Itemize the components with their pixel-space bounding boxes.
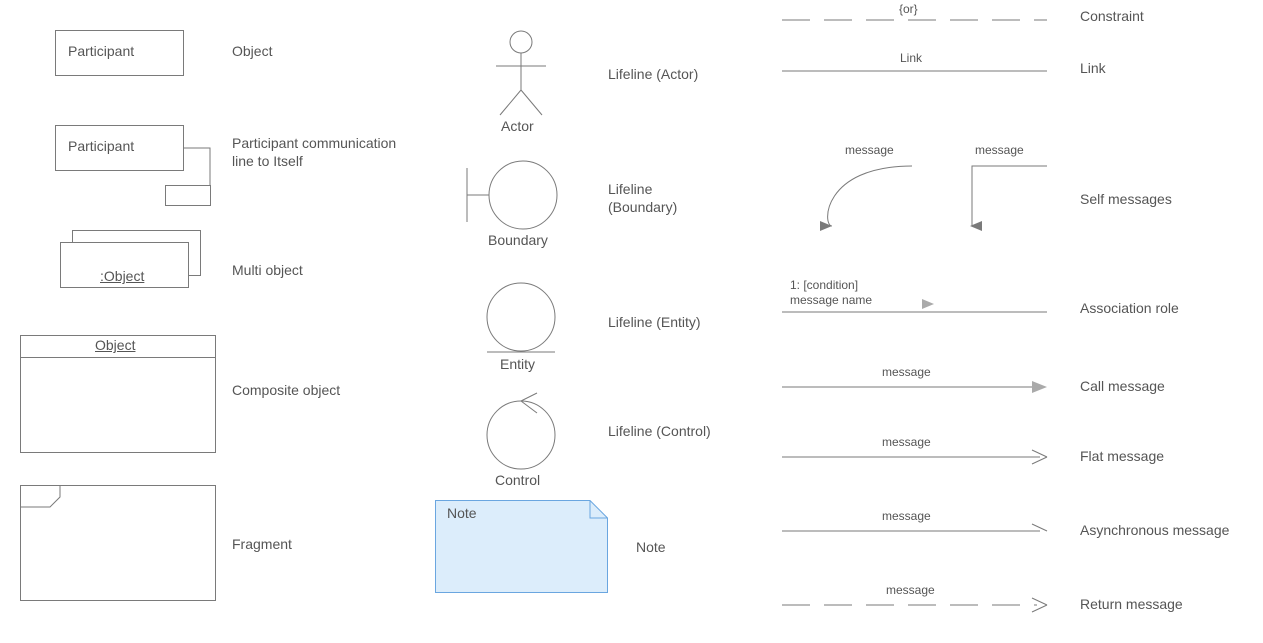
entity-caption: Entity — [500, 356, 535, 372]
link-label: Link — [1080, 60, 1106, 76]
boundary-symbol — [465, 160, 585, 240]
assoc-label: Association role — [1080, 300, 1179, 316]
composite-label: Composite object — [232, 382, 340, 398]
async-label: Asynchronous message — [1080, 522, 1229, 538]
return-text: message — [882, 583, 939, 597]
entity-symbol — [485, 282, 565, 362]
flat-label: Flat message — [1080, 448, 1164, 464]
actor-symbol — [490, 30, 570, 130]
control-caption: Control — [495, 472, 540, 488]
call-message-symbol — [782, 380, 1052, 394]
call-label: Call message — [1080, 378, 1165, 394]
multi-object-label: Multi object — [232, 262, 303, 278]
async-message-symbol — [782, 524, 1052, 538]
note-text: Note — [447, 505, 477, 521]
participant-comm-label-2: line to Itself — [232, 153, 303, 169]
link-text: Link — [900, 51, 922, 65]
self-msg-label: Self messages — [1080, 191, 1172, 207]
control-label: Lifeline (Control) — [608, 423, 711, 439]
return-label: Return message — [1080, 596, 1183, 612]
multi-object-text: :Object — [100, 268, 144, 284]
fragment-label: Fragment — [232, 536, 292, 552]
boundary-label-1: Lifeline — [608, 181, 652, 197]
constraint-symbol — [782, 15, 1052, 25]
return-message-symbol — [782, 598, 1052, 612]
constraint-text: {or} — [895, 2, 922, 16]
assoc-text-1: 1: [condition] — [790, 278, 858, 292]
constraint-label: Constraint — [1080, 8, 1144, 24]
note-label: Note — [636, 539, 666, 555]
multi-object-symbol — [60, 230, 220, 300]
participant-object-text: Participant — [68, 43, 134, 59]
actor-label: Lifeline (Actor) — [608, 66, 698, 82]
participant-self-symbol — [55, 125, 225, 205]
flat-message-symbol — [782, 450, 1052, 464]
assoc-text-2: message name — [790, 293, 872, 307]
link-symbol — [782, 68, 1052, 74]
participant-self-text: Participant — [68, 138, 134, 154]
fragment-symbol — [20, 485, 220, 605]
composite-header-text: Object — [95, 337, 135, 353]
actor-caption: Actor — [501, 118, 534, 134]
boundary-caption: Boundary — [488, 232, 548, 248]
uml-sequence-legend: Participant Object Participant Participa… — [0, 0, 1263, 643]
self-msg-text-2: message — [975, 143, 1024, 157]
object-label: Object — [232, 43, 272, 59]
self-messages-symbol — [782, 160, 1062, 240]
call-text: message — [882, 365, 931, 379]
boundary-label-2: (Boundary) — [608, 199, 677, 215]
control-symbol — [485, 395, 565, 475]
participant-comm-label-1: Participant communication — [232, 135, 396, 151]
entity-label: Lifeline (Entity) — [608, 314, 701, 330]
composite-object-symbol — [20, 335, 220, 455]
flat-text: message — [882, 435, 931, 449]
async-text: message — [882, 509, 931, 523]
self-msg-text-1: message — [845, 143, 894, 157]
